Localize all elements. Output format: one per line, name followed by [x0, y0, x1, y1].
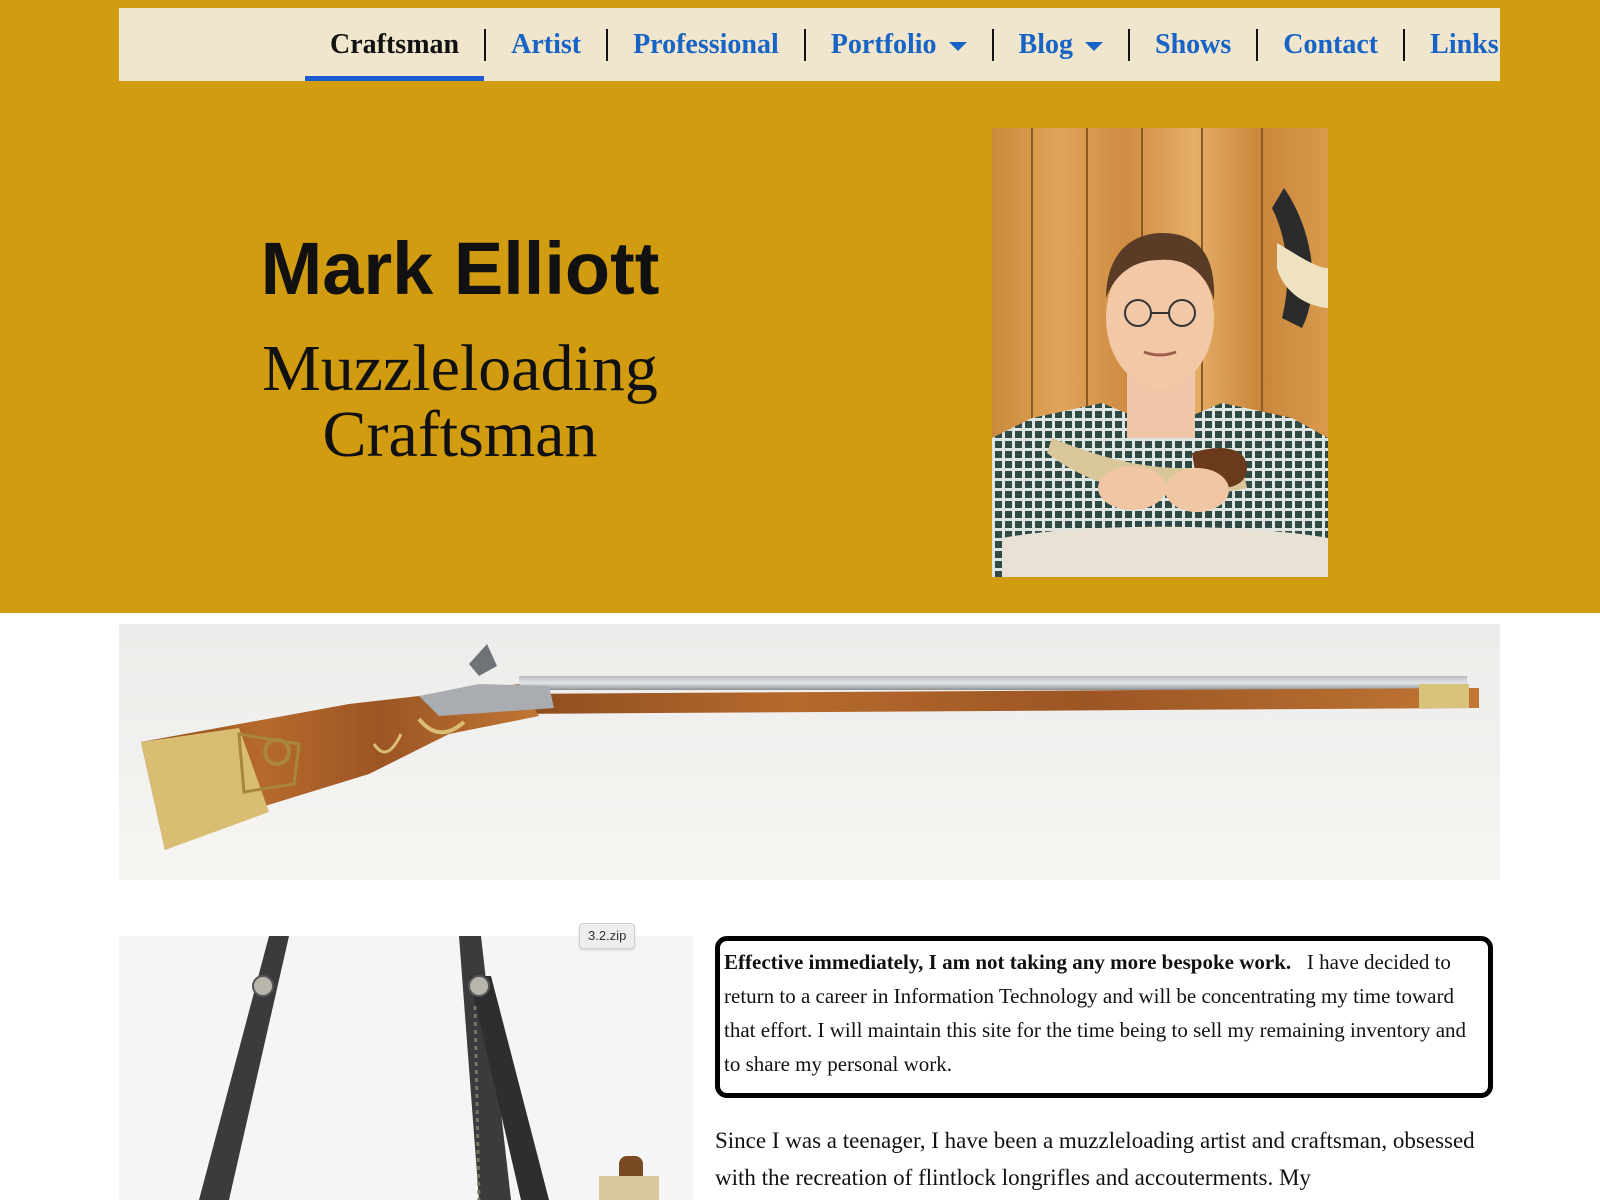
caret-down-icon: [948, 42, 967, 51]
nav-item-portfolio[interactable]: Portfolio: [806, 8, 992, 81]
nav-item-craftsman[interactable]: Craftsman: [305, 8, 485, 81]
nav-item-label: Craftsman: [330, 28, 460, 60]
portrait-image: [992, 128, 1328, 577]
nav-item-label: Links: [1430, 28, 1499, 60]
notice-box: Effective immediately, I am not taking a…: [715, 936, 1493, 1098]
nav-item-shows[interactable]: Shows: [1130, 8, 1256, 81]
hero-subtitle: Muzzleloading Craftsman: [200, 336, 720, 468]
nav-item-links[interactable]: Links: [1405, 8, 1524, 81]
nav-item-label: Shows: [1155, 28, 1232, 60]
rifle-banner-image: [119, 624, 1500, 880]
notice-bold-text: Effective immediately, I am not taking a…: [724, 950, 1292, 974]
nav-item-label: Portfolio: [830, 28, 937, 60]
nav-item-label: Blog: [1018, 28, 1073, 60]
nav-item-label: Professional: [633, 28, 779, 60]
main-navigation: Craftsman Artist Professional Portfolio …: [119, 8, 1500, 81]
caret-down-icon: [1085, 42, 1103, 51]
hero-name: Mark Elliott: [260, 227, 660, 310]
nav-item-contact[interactable]: Contact: [1258, 8, 1403, 81]
nav-item-professional[interactable]: Professional: [608, 8, 804, 81]
nav-item-label: Contact: [1283, 28, 1379, 60]
hero-subtitle-line: Craftsman: [322, 398, 598, 471]
nav-item-artist[interactable]: Artist: [486, 8, 606, 81]
portrait-photo: [992, 128, 1328, 577]
intro-paragraph: Since I was a teenager, I have been a mu…: [715, 1128, 1475, 1190]
hero-subtitle-line: Muzzleloading: [262, 332, 658, 405]
flintlock-rifle-image: [119, 624, 1500, 880]
nav-item-blog[interactable]: Blog: [994, 8, 1128, 81]
accoutrements-photo: [119, 936, 693, 1200]
nav-item-label: Artist: [511, 28, 582, 60]
file-tooltip: 3.2.zip: [579, 923, 636, 949]
nav-items: Craftsman Artist Professional Portfolio …: [305, 8, 1524, 81]
strap-bag-image: [119, 936, 693, 1200]
